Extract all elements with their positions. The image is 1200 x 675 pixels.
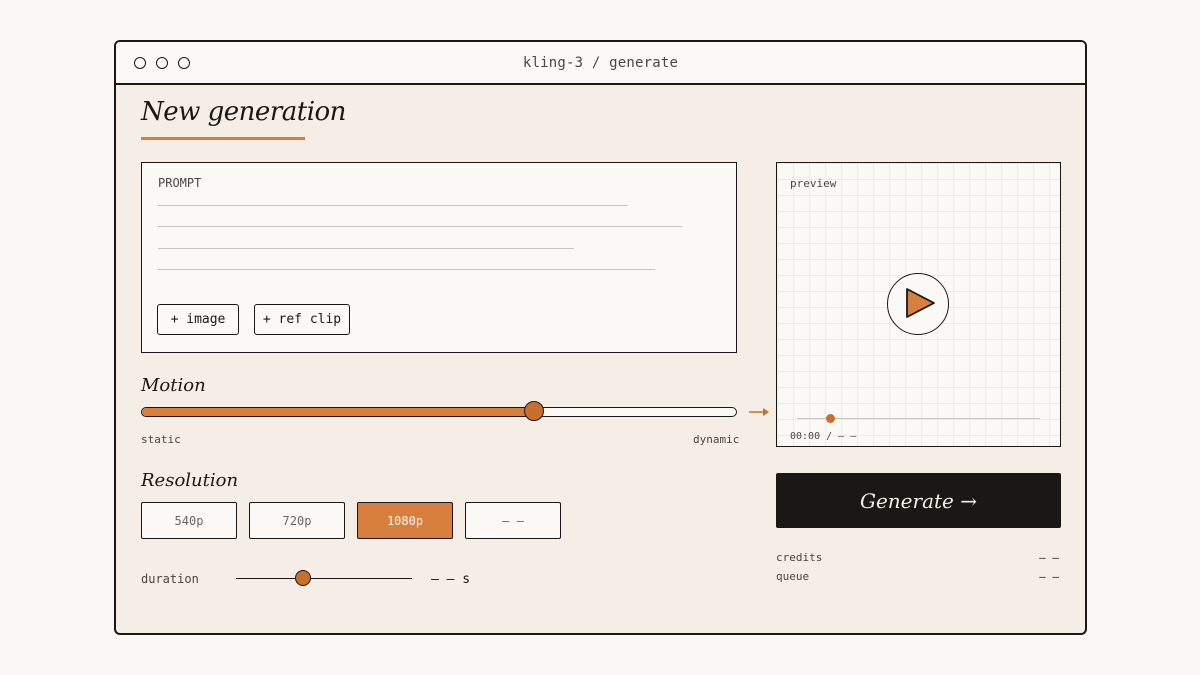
add-ref-clip-button[interactable]: + ref clip [254, 304, 350, 335]
prompt-placeholder-line [158, 226, 682, 228]
prompt-input[interactable]: PROMPT + image + ref clip [141, 162, 737, 353]
resolution-720p-button[interactable]: 720p [249, 502, 345, 539]
motion-max-label: dynamic [693, 433, 740, 446]
play-button[interactable] [887, 273, 949, 335]
preview-label: preview [790, 177, 837, 190]
motion-min-label: static [141, 433, 181, 446]
prompt-placeholder-line [158, 205, 628, 207]
queue-label: queue [776, 570, 810, 583]
resolution-label: Resolution [141, 470, 239, 491]
title-bar: kling-3 / generate [116, 42, 1085, 85]
app-window: kling-3 / generate New generation PROMPT… [114, 40, 1087, 635]
resolution-empty-button[interactable]: – – [465, 502, 561, 539]
queue-value: – – [1039, 570, 1059, 583]
play-icon [906, 288, 935, 318]
credits-value: – – [1039, 551, 1059, 564]
duration-slider-thumb[interactable] [294, 570, 311, 586]
prompt-placeholder-line [158, 269, 655, 271]
motion-label: Motion [141, 375, 206, 396]
prompt-label: PROMPT [158, 176, 202, 190]
add-image-button[interactable]: + image [157, 304, 239, 335]
duration-slider[interactable] [236, 578, 412, 580]
generate-button[interactable]: Generate → [776, 473, 1061, 528]
title-underline [141, 137, 305, 140]
duration-value: – – s [431, 572, 471, 587]
credits-label: credits [776, 551, 823, 564]
preview-timecode: 00:00 / – – [790, 431, 857, 442]
preview-panel: preview 00:00 / – – [776, 162, 1061, 447]
preview-scrubber-thumb[interactable] [826, 414, 835, 423]
motion-slider-fill [142, 408, 535, 416]
motion-slider-thumb[interactable] [524, 401, 545, 421]
window-title: kling-3 / generate [522, 55, 679, 71]
resolution-540p-button[interactable]: 540p [141, 502, 237, 539]
page-title: New generation [141, 97, 346, 127]
prompt-placeholder-line [158, 248, 574, 250]
duration-label: duration [141, 572, 199, 586]
motion-slider[interactable] [141, 407, 737, 417]
arrow-right-icon [749, 408, 769, 416]
resolution-1080p-button[interactable]: 1080p [357, 502, 453, 539]
